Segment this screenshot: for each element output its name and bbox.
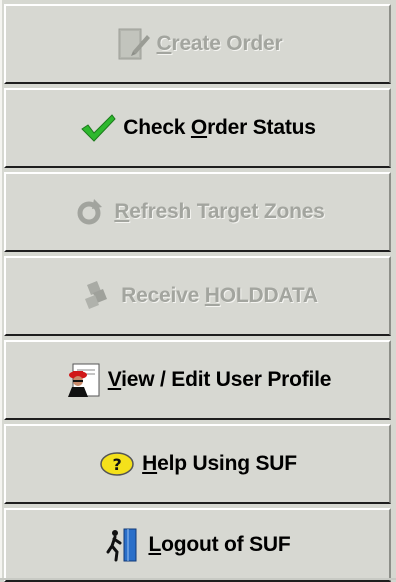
receive-holddata-label: Receive HOLDDATA [121, 284, 318, 307]
logout-of-suf-button[interactable]: Logout of SUF [4, 508, 391, 582]
help-using-suf-label: Help Using SUF [142, 452, 297, 475]
user-profile-icon [64, 361, 102, 399]
refresh-target-zones-button[interactable]: Refresh Target Zones [4, 172, 391, 252]
help-using-suf-button[interactable]: ? Help Using SUF [4, 424, 391, 504]
check-icon [79, 109, 117, 147]
logout-of-suf-label: Logout of SUF [148, 533, 291, 556]
receive-icon [77, 277, 115, 315]
view-edit-user-profile-label: View / Edit User Profile [107, 368, 332, 391]
help-icon: ? [98, 445, 136, 483]
edit-page-icon [113, 25, 151, 63]
create-order-label: Create Order [156, 32, 283, 55]
view-edit-user-profile-button[interactable]: View / Edit User Profile [4, 340, 391, 420]
receive-holddata-button[interactable]: Receive HOLDDATA [4, 256, 391, 336]
check-order-status-label: Check Order Status [123, 116, 316, 139]
svg-text:?: ? [113, 455, 122, 474]
check-order-status-button[interactable]: Check Order Status [4, 88, 391, 168]
refresh-target-zones-label: Refresh Target Zones [114, 200, 325, 223]
action-menu-panel: Create Order Check Order Status Refresh … [0, 0, 396, 582]
panel-left-edge [0, 0, 2, 580]
logout-icon [104, 526, 142, 564]
refresh-icon [70, 193, 108, 231]
create-order-button[interactable]: Create Order [4, 4, 391, 84]
